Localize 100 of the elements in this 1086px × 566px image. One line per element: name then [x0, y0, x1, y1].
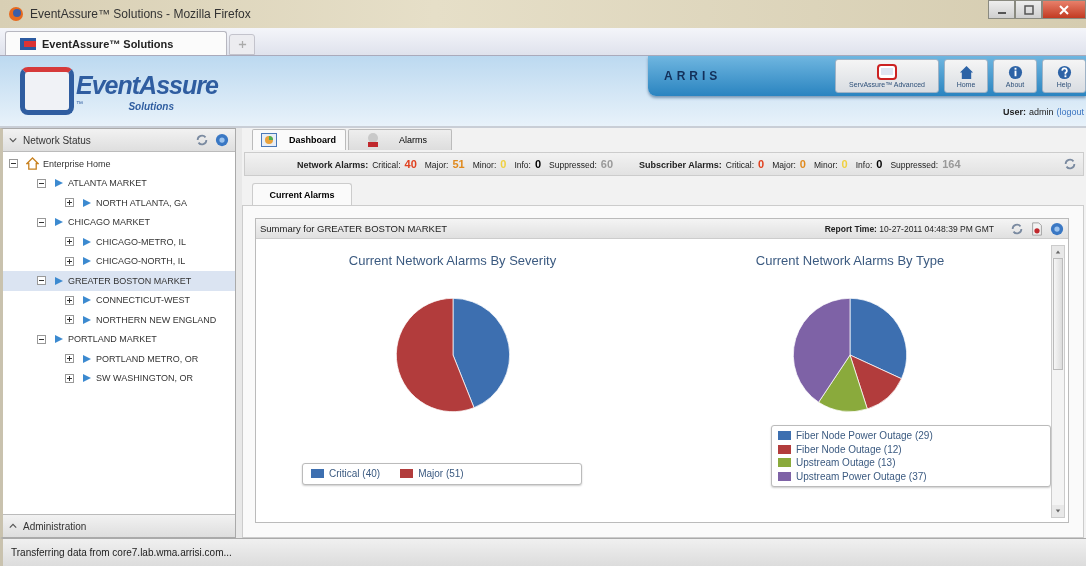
legend-label: Upstream Power Outage (37) — [796, 469, 927, 483]
dashboard-icon — [261, 133, 277, 147]
tree-item[interactable]: NORTHERN NEW ENGLAND — [3, 310, 235, 330]
home-icon — [26, 157, 39, 171]
plus-icon — [237, 40, 247, 49]
tree-item[interactable]: GREATER BOSTON MARKET — [3, 271, 235, 291]
alarm-label: Critical: — [372, 160, 401, 170]
flag-icon — [20, 37, 36, 50]
window-title: EventAssure™ Solutions - Mozilla Firefox — [30, 7, 251, 21]
expander-icon[interactable] — [37, 217, 46, 227]
chart-title: Current Network Alarms By Severity — [348, 253, 557, 268]
tree-item[interactable]: PORTLAND MARKET — [3, 329, 235, 349]
chevron-icon — [9, 522, 17, 530]
user-label: User: — [1002, 107, 1026, 117]
chart-title: Current Network Alarms By Type — [755, 253, 945, 268]
refresh-icon[interactable] — [1063, 157, 1077, 171]
tree-item[interactable]: CHICAGO MARKET — [3, 212, 235, 232]
alarm-count: 0 — [534, 158, 542, 170]
expander-icon[interactable] — [65, 354, 74, 364]
tree-item[interactable]: CONNECTICUT-WEST — [3, 290, 235, 310]
minimize-button[interactable] — [988, 0, 1015, 19]
scrollbar[interactable] — [1051, 245, 1065, 518]
triangle-icon — [54, 178, 64, 189]
logout-link[interactable]: (logout — [1056, 107, 1084, 117]
alarm-label: Major: — [424, 160, 449, 170]
expander-icon[interactable] — [65, 256, 74, 266]
tree-item[interactable]: CHICAGO-METRO, IL — [3, 232, 235, 252]
expander-icon[interactable] — [65, 373, 74, 383]
triangle-icon — [54, 334, 64, 345]
tree-item[interactable]: NORTH ATLANTA, GA — [3, 193, 235, 213]
tab[interactable]: Current Alarms — [252, 183, 352, 205]
alarm-count: 164 — [942, 158, 961, 170]
alarm-label: Suppressed: — [549, 160, 597, 170]
triangle-icon — [82, 353, 92, 364]
triangle-icon — [82, 236, 92, 247]
minimize-icon — [997, 11, 1006, 14]
brand-name: ARRIS — [664, 69, 722, 83]
expander-icon[interactable] — [65, 295, 74, 305]
tree-item[interactable]: Enterprise Home — [3, 154, 235, 174]
alarm-group-title: Subscriber Alarms: — [639, 160, 722, 170]
close-icon — [1059, 4, 1069, 15]
legend-label: Critical (40) — [329, 467, 381, 481]
browser-tab[interactable]: EventAssure™ Solutions — [5, 31, 227, 55]
monitor-icon — [877, 64, 897, 80]
expander-icon[interactable] — [37, 334, 46, 344]
browser-logo-icon — [8, 6, 24, 22]
export-icon[interactable] — [1030, 221, 1044, 236]
close-button[interactable] — [1042, 0, 1086, 19]
user-name: admin — [1028, 107, 1054, 117]
legend-label: Upstream Outage (13) — [796, 456, 896, 470]
maximize-button[interactable] — [1015, 0, 1042, 19]
expander-icon[interactable] — [37, 178, 46, 188]
legend-label: Fiber Node Power Outage (29) — [796, 429, 933, 443]
tab[interactable]: Alarms — [348, 129, 452, 150]
refresh-icon[interactable] — [1010, 221, 1024, 236]
expander-icon[interactable] — [65, 315, 74, 325]
tab[interactable]: Dashboard — [252, 129, 346, 150]
triangle-icon — [54, 275, 64, 286]
alarm-count: 0 — [799, 158, 806, 170]
tree-item[interactable]: SW WASHINGTON, OR — [3, 368, 235, 388]
alarm-icon — [365, 132, 381, 148]
triangle-icon — [82, 295, 92, 306]
scroll-up-icon[interactable] — [1055, 249, 1061, 255]
maximize-icon — [1023, 4, 1034, 15]
chevron-icon — [9, 136, 17, 144]
status-text: Transferring data from core7.lab.wma.arrisi.com... — [11, 547, 232, 558]
alarm-count: 60 — [600, 158, 614, 170]
alarm-label: Major: — [772, 160, 796, 170]
refresh-icon[interactable] — [195, 133, 209, 147]
alarm-label: Info: — [514, 160, 531, 170]
alarm-count: 0 — [876, 158, 883, 170]
alarm-count: 0 — [841, 158, 848, 170]
triangle-icon — [82, 197, 92, 208]
expander-icon[interactable] — [65, 237, 74, 247]
tree-item[interactable]: PORTLAND METRO, OR — [3, 349, 235, 369]
info-icon — [1007, 64, 1023, 80]
report-time-label: Report Time: — [824, 223, 877, 234]
triangle-icon — [54, 217, 64, 228]
alarm-count: 40 — [404, 158, 417, 170]
triangle-icon — [82, 314, 92, 325]
expander-icon[interactable] — [65, 198, 74, 208]
alarm-count: 0 — [500, 158, 507, 170]
alarm-label: Minor: — [814, 160, 838, 170]
panel-title: Administration — [23, 520, 87, 532]
panel-title: Summary for GREATER BOSTON MARKET — [260, 223, 448, 234]
alarm-count: 0 — [758, 158, 765, 170]
panel-header[interactable]: Administration — [3, 514, 235, 537]
panel-title: Network Status — [23, 134, 91, 146]
tree-item[interactable]: ATLANTA MARKET — [3, 173, 235, 193]
expander-icon[interactable] — [37, 276, 46, 286]
triangle-icon — [82, 256, 92, 267]
alarm-label: Suppressed: — [890, 160, 939, 170]
expander-icon[interactable] — [9, 159, 18, 169]
legend-label: Major (51) — [418, 467, 464, 481]
tree-item[interactable]: CHICAGO-NORTH, IL — [3, 251, 235, 271]
alarm-label: Info: — [855, 160, 873, 170]
triangle-icon — [82, 373, 92, 384]
scroll-down-icon[interactable] — [1055, 508, 1061, 514]
home-icon — [958, 64, 974, 80]
legend-label: Fiber Node Outage (12) — [796, 442, 902, 456]
